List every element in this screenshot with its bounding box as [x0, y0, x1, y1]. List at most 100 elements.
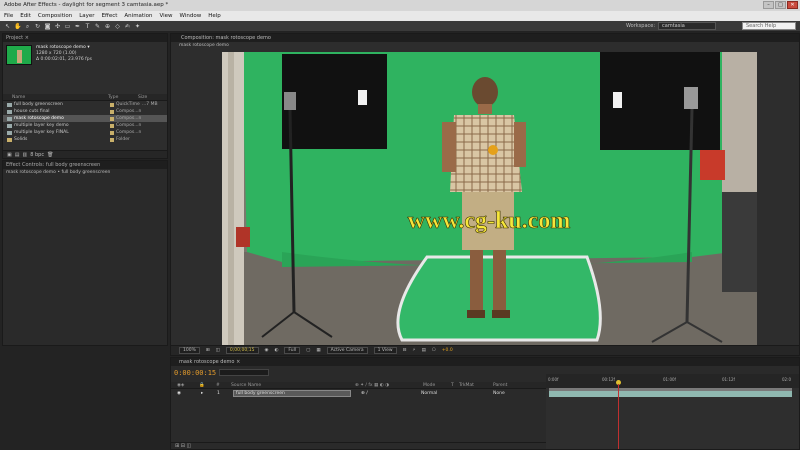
- workspace-select[interactable]: camtasia: [658, 22, 717, 30]
- column-name[interactable]: Name: [3, 94, 108, 100]
- layer-column-header: ◉◈ 🔒 # Source Name ⊕ ✦ / fx ▦ ◐ ◑ Mode T…: [171, 382, 546, 389]
- layer-switches-icon[interactable]: ⊕ /: [361, 390, 368, 397]
- timeline-panel: mask rotoscope demo × 0:00:00:15 ◉◈ 🔒 # …: [170, 357, 800, 450]
- toggle-pixel-icon[interactable]: ⊟: [403, 348, 407, 353]
- menu-help[interactable]: Help: [208, 13, 221, 19]
- composition-icon: [7, 123, 12, 128]
- project-list: full body greenscreen QuickTime ...7 MB …: [3, 101, 167, 143]
- transparency-grid-icon[interactable]: ▦: [316, 348, 320, 353]
- rotate-tool-icon[interactable]: ↻: [34, 23, 41, 30]
- composition-viewer[interactable]: www.cg-ku.com: [222, 52, 757, 345]
- timeline-icon[interactable]: ▤: [422, 348, 426, 353]
- timeline-tracks[interactable]: 0:00f 00:12f 01:00f 01:12f 02:0: [546, 374, 799, 449]
- layer-row[interactable]: ◉ ▸ 1 full body greenscreen ⊕ / Normal N…: [171, 390, 546, 397]
- resolution-select[interactable]: Full: [284, 347, 301, 354]
- tab-effect-controls[interactable]: Effect Controls: full body greenscreen: [3, 161, 167, 169]
- eraser-tool-icon[interactable]: ◇: [114, 23, 121, 30]
- flowchart-icon[interactable]: ⎔: [432, 348, 436, 353]
- layer-duration-bar[interactable]: [549, 391, 792, 397]
- tab-timeline[interactable]: mask rotoscope demo ×: [171, 358, 799, 366]
- fast-preview-icon[interactable]: ⚡: [412, 348, 415, 353]
- snapshot-icon[interactable]: ◉: [265, 348, 269, 353]
- item-size: [142, 115, 162, 122]
- expand-arrow-icon[interactable]: ▸: [201, 390, 203, 397]
- maximize-button[interactable]: □: [775, 1, 786, 9]
- menu-edit[interactable]: Edit: [20, 13, 31, 19]
- layer-index: 1: [217, 391, 220, 396]
- exposure-value[interactable]: +0.0: [442, 348, 453, 353]
- comp-breadcrumb[interactable]: mask rotoscope demo: [171, 42, 799, 50]
- item-size: ...7 MB: [142, 102, 158, 107]
- interpret-footage-icon[interactable]: ▣: [7, 152, 12, 158]
- column-t[interactable]: T: [451, 382, 454, 389]
- footage-icon: [7, 102, 12, 107]
- window-controls: – □ ✕: [763, 1, 798, 9]
- zoom-tool-icon[interactable]: ⌕: [24, 23, 31, 30]
- clone-tool-icon[interactable]: ⊕: [104, 23, 111, 30]
- item-type: QuickTime: [116, 102, 140, 107]
- column-trkmat[interactable]: TrkMat: [459, 382, 474, 389]
- ruler-label: 0:00f: [548, 377, 559, 382]
- composition-panel: Composition: mask rotoscope demo mask ro…: [170, 33, 800, 356]
- parent-select[interactable]: None: [493, 390, 505, 397]
- column-parent[interactable]: Parent: [493, 382, 507, 389]
- list-item[interactable]: Solids Folder: [3, 136, 167, 143]
- camera-tool-icon[interactable]: ◙: [44, 23, 51, 30]
- menu-window[interactable]: Window: [180, 13, 202, 19]
- channel-icon[interactable]: ◐: [274, 348, 278, 353]
- comp-thumbnail: [6, 45, 32, 65]
- workspace-switcher: Workspace: camtasia: [626, 22, 717, 30]
- list-item-selected[interactable]: mask rotoscope demo Compos...n: [3, 115, 167, 122]
- visibility-eye-icon[interactable]: ◉: [177, 390, 181, 397]
- minimize-button[interactable]: –: [763, 1, 774, 9]
- layer-name[interactable]: full body greenscreen: [233, 390, 351, 397]
- timeline-search-input[interactable]: [219, 369, 269, 376]
- list-item[interactable]: multiple layer key FINAL Compos...n: [3, 129, 167, 136]
- roto-brush-tool-icon[interactable]: ✍: [124, 23, 131, 30]
- list-item[interactable]: multiple layer key demo Compos...n: [3, 122, 167, 129]
- bpc-toggle[interactable]: 8 bpc: [30, 152, 44, 158]
- menu-animation[interactable]: Animation: [124, 13, 152, 19]
- time-ruler[interactable]: 0:00f 00:12f 01:00f 01:12f 02:0: [546, 374, 799, 388]
- roi-icon[interactable]: ▢: [306, 348, 310, 353]
- tab-composition[interactable]: Composition: mask rotoscope demo: [171, 34, 799, 42]
- hand-tool-icon[interactable]: ✋: [14, 23, 21, 30]
- mode-select[interactable]: Normal: [421, 390, 437, 397]
- zoom-select[interactable]: 100%: [179, 347, 200, 354]
- text-tool-icon[interactable]: T: [84, 23, 91, 30]
- view-layout-select[interactable]: 1 View: [373, 347, 397, 354]
- rectangle-tool-icon[interactable]: ▭: [64, 23, 71, 30]
- watermark-text: www.cg-ku.com: [408, 208, 571, 234]
- tab-project[interactable]: Project ×: [3, 34, 167, 42]
- brush-tool-icon[interactable]: ✎: [94, 23, 101, 30]
- column-mode[interactable]: Mode: [423, 382, 435, 389]
- list-item[interactable]: full body greenscreen QuickTime ...7 MB: [3, 101, 167, 108]
- close-button[interactable]: ✕: [787, 1, 798, 9]
- column-source-name[interactable]: Source Name: [231, 382, 261, 389]
- mask-visibility-icon[interactable]: ◫: [216, 348, 220, 353]
- menu-view[interactable]: View: [159, 13, 172, 19]
- column-index[interactable]: #: [216, 382, 220, 389]
- menu-layer[interactable]: Layer: [79, 13, 94, 19]
- menu-effect[interactable]: Effect: [102, 13, 118, 19]
- comp-info-duration: Δ 0:00:02:01, 23.976 fps: [36, 57, 92, 62]
- pen-tool-icon[interactable]: ✒: [74, 23, 81, 30]
- column-type[interactable]: Type: [108, 94, 138, 100]
- menu-composition[interactable]: Composition: [38, 13, 72, 19]
- puppet-tool-icon[interactable]: ✦: [134, 23, 141, 30]
- list-item[interactable]: house cuts final Compos...n: [3, 108, 167, 115]
- viewer-timecode[interactable]: 0;00;00;15: [225, 347, 259, 354]
- toggle-switches-icon[interactable]: ⊞ ⊟ ◫: [175, 443, 191, 449]
- trash-icon[interactable]: 🗑: [47, 152, 53, 158]
- search-help-input[interactable]: Search Help: [742, 22, 796, 30]
- grid-icon[interactable]: ⊞: [206, 348, 210, 353]
- menu-file[interactable]: File: [4, 13, 13, 19]
- pan-behind-tool-icon[interactable]: ✣: [54, 23, 61, 30]
- current-time-display[interactable]: 0:00:00:15: [174, 369, 216, 377]
- new-folder-icon[interactable]: ▤: [15, 152, 20, 158]
- timeline-footer: ⊞ ⊟ ◫: [171, 442, 546, 449]
- column-size[interactable]: Size: [138, 94, 158, 100]
- arrow-tool-icon[interactable]: ↖: [4, 23, 11, 30]
- camera-select[interactable]: Active Camera: [326, 347, 368, 354]
- new-comp-icon[interactable]: ▥: [22, 152, 27, 158]
